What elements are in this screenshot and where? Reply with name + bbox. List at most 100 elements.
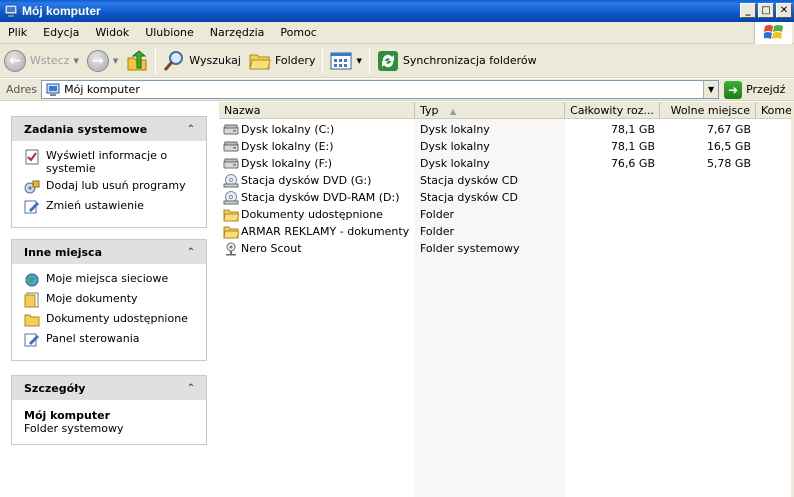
toolbar: ← Wstecz ▼ → ▼ Wyszukaj Foldery ▼ Synchr… bbox=[0, 44, 794, 78]
item-type: Stacja dysków CD bbox=[420, 191, 518, 204]
task-view-system-info[interactable]: Wyświetl informacje o systemie bbox=[24, 149, 196, 175]
other-places-title: Inne miejsca bbox=[24, 245, 102, 259]
network-folder-icon bbox=[223, 242, 239, 256]
menu-pomoc[interactable]: Pomoc bbox=[272, 26, 324, 39]
minimize-button[interactable]: _ bbox=[740, 3, 756, 18]
item-name-cell[interactable]: Stacja dysków DVD-RAM (D:) bbox=[219, 190, 415, 205]
details-name: Mój komputer bbox=[24, 409, 110, 422]
item-name-cell[interactable]: Dokumenty udostępnione bbox=[219, 208, 415, 222]
collapse-chevron-icon[interactable]: ⌃ bbox=[184, 245, 198, 259]
list-item[interactable]: Dokumenty udostępnione Folder bbox=[219, 206, 794, 223]
task-change-setting[interactable]: Zmień ustawienie bbox=[24, 199, 196, 215]
item-name-cell[interactable]: ARMAR REKLAMY - dokumenty bbox=[219, 225, 415, 239]
menu-narzedzia[interactable]: Narzędzia bbox=[202, 26, 273, 39]
system-tasks-header[interactable]: Zadania systemowe ⌃ bbox=[12, 117, 206, 141]
list-item[interactable]: Dysk lokalny (C:) Dysk lokalny 78,1 GB 7,67… bbox=[219, 121, 794, 138]
go-arrow-icon: ➜ bbox=[724, 80, 743, 99]
list-item[interactable]: Dysk lokalny (E:) Dysk lokalny 78,1 GB 16,5… bbox=[219, 138, 794, 155]
list-item[interactable]: Stacja dysków DVD (G:) Stacja dysków CD bbox=[219, 172, 794, 189]
menu-bar: Plik Edycja Widok Ulubione Narzędzia Pom… bbox=[0, 22, 794, 44]
other-places-header[interactable]: Inne miejsca ⌃ bbox=[12, 240, 206, 264]
change-setting-icon bbox=[24, 200, 40, 214]
system-info-icon bbox=[25, 149, 39, 165]
file-list[interactable]: Nazwa Typ ▲ Całkowity roz... Wolne miejs… bbox=[219, 102, 794, 497]
go-button[interactable]: ➜ Przejdź bbox=[724, 80, 786, 99]
details-panel: Szczegóły ⌃ Mój komputer Folder systemow… bbox=[11, 375, 207, 445]
go-label: Przejdź bbox=[746, 83, 786, 96]
item-name: Dokumenty udostępnione bbox=[241, 208, 383, 221]
item-total-size: 78,1 GB bbox=[610, 123, 655, 136]
network-places-icon bbox=[25, 273, 39, 287]
system-tasks-title: Zadania systemowe bbox=[24, 122, 148, 136]
item-type: Dysk lokalny bbox=[420, 123, 490, 136]
views-dropdown-icon[interactable]: ▼ bbox=[356, 57, 361, 65]
maximize-button[interactable]: □ bbox=[758, 3, 774, 18]
list-item[interactable]: ARMAR REKLAMY - dokumenty Folder bbox=[219, 223, 794, 240]
item-free-space: 16,5 GB bbox=[706, 140, 751, 153]
item-type: Stacja dysków CD bbox=[420, 174, 518, 187]
item-name-cell[interactable]: Dysk lokalny (C:) bbox=[219, 123, 415, 137]
item-name-cell[interactable]: Nero Scout bbox=[219, 242, 415, 256]
address-input[interactable]: Mój komputer ▼ bbox=[41, 80, 720, 99]
place-network-places[interactable]: Moje miejsca sieciowe bbox=[24, 272, 196, 288]
folders-button[interactable]: Foldery bbox=[245, 46, 320, 76]
collapse-chevron-icon[interactable]: ⌃ bbox=[184, 122, 198, 136]
window-title: Mój komputer bbox=[22, 4, 101, 18]
place-shared-documents[interactable]: Dokumenty udostępnione bbox=[24, 312, 196, 328]
item-name-cell[interactable]: Dysk lokalny (E:) bbox=[219, 140, 415, 154]
back-label: Wstecz bbox=[30, 54, 70, 67]
column-header-free-space[interactable]: Wolne miejsce bbox=[660, 102, 756, 119]
title-bar[interactable]: Mój komputer _ □ ✕ bbox=[0, 0, 794, 22]
sync-folders-button[interactable]: Synchronizacja folderów bbox=[373, 46, 541, 76]
forward-dropdown-icon[interactable]: ▼ bbox=[113, 57, 118, 65]
task-pane: Zadania systemowe ⌃ Wyświetl informacje … bbox=[0, 102, 219, 497]
folders-label: Foldery bbox=[274, 54, 316, 67]
toolbar-separator bbox=[322, 47, 324, 74]
forward-button[interactable]: → ▼ bbox=[83, 46, 122, 76]
details-title: Szczegóły bbox=[24, 381, 86, 395]
other-places-panel: Inne miejsca ⌃ Moje miejsca sieciowe Moj… bbox=[11, 239, 207, 361]
back-button[interactable]: ← Wstecz ▼ bbox=[0, 46, 83, 76]
toolbar-separator bbox=[368, 47, 370, 74]
views-button[interactable]: ▼ bbox=[326, 46, 365, 76]
details-type: Folder systemowy bbox=[24, 422, 124, 435]
item-name-cell[interactable]: Stacja dysków DVD (G:) bbox=[219, 173, 415, 188]
folder-icon bbox=[223, 225, 239, 239]
folder-icon bbox=[249, 54, 271, 69]
column-header-comment[interactable]: Komen bbox=[756, 102, 794, 119]
menu-plik[interactable]: Plik bbox=[0, 26, 35, 39]
windows-logo-icon bbox=[754, 22, 792, 44]
collapse-chevron-icon[interactable]: ⌃ bbox=[184, 381, 198, 395]
add-remove-programs-icon bbox=[24, 180, 40, 194]
item-type: Folder systemowy bbox=[420, 242, 520, 255]
column-header-total-size[interactable]: Całkowity roz... bbox=[565, 102, 660, 119]
list-item[interactable]: Nero Scout Folder systemowy bbox=[219, 240, 794, 257]
item-free-space: 5,78 GB bbox=[706, 157, 751, 170]
menu-edycja[interactable]: Edycja bbox=[35, 26, 87, 39]
details-header[interactable]: Szczegóły ⌃ bbox=[12, 376, 206, 400]
item-name: Dysk lokalny (C:) bbox=[241, 123, 335, 136]
item-name: Dysk lokalny (F:) bbox=[241, 157, 333, 170]
address-dropdown-button[interactable]: ▼ bbox=[703, 81, 719, 98]
place-my-documents[interactable]: Moje dokumenty bbox=[24, 292, 196, 308]
item-name: ARMAR REKLAMY - dokumenty bbox=[241, 225, 410, 238]
column-header-type[interactable]: Typ ▲ bbox=[415, 102, 565, 119]
item-type: Folder bbox=[420, 208, 454, 221]
list-item[interactable]: Stacja dysków DVD-RAM (D:) Stacja dysków … bbox=[219, 189, 794, 206]
list-item[interactable]: Dysk lokalny (F:) Dysk lokalny 76,6 GB 5,78… bbox=[219, 155, 794, 172]
menu-widok[interactable]: Widok bbox=[87, 26, 137, 39]
column-header-name[interactable]: Nazwa bbox=[219, 102, 415, 119]
up-button[interactable] bbox=[122, 46, 152, 76]
back-dropdown-icon[interactable]: ▼ bbox=[74, 57, 79, 65]
item-name-cell[interactable]: Dysk lokalny (F:) bbox=[219, 157, 415, 171]
menu-ulubione[interactable]: Ulubione bbox=[137, 26, 202, 39]
hard-drive-icon bbox=[223, 123, 239, 137]
dvd-drive-icon bbox=[223, 173, 239, 188]
close-button[interactable]: ✕ bbox=[776, 3, 792, 18]
folder-icon bbox=[223, 208, 239, 222]
place-control-panel[interactable]: Panel sterowania bbox=[24, 332, 196, 348]
task-add-remove-programs[interactable]: Dodaj lub usuń programy bbox=[24, 179, 196, 195]
search-button[interactable]: Wyszukaj bbox=[159, 46, 245, 76]
search-icon bbox=[164, 50, 184, 71]
sync-icon bbox=[377, 50, 398, 71]
